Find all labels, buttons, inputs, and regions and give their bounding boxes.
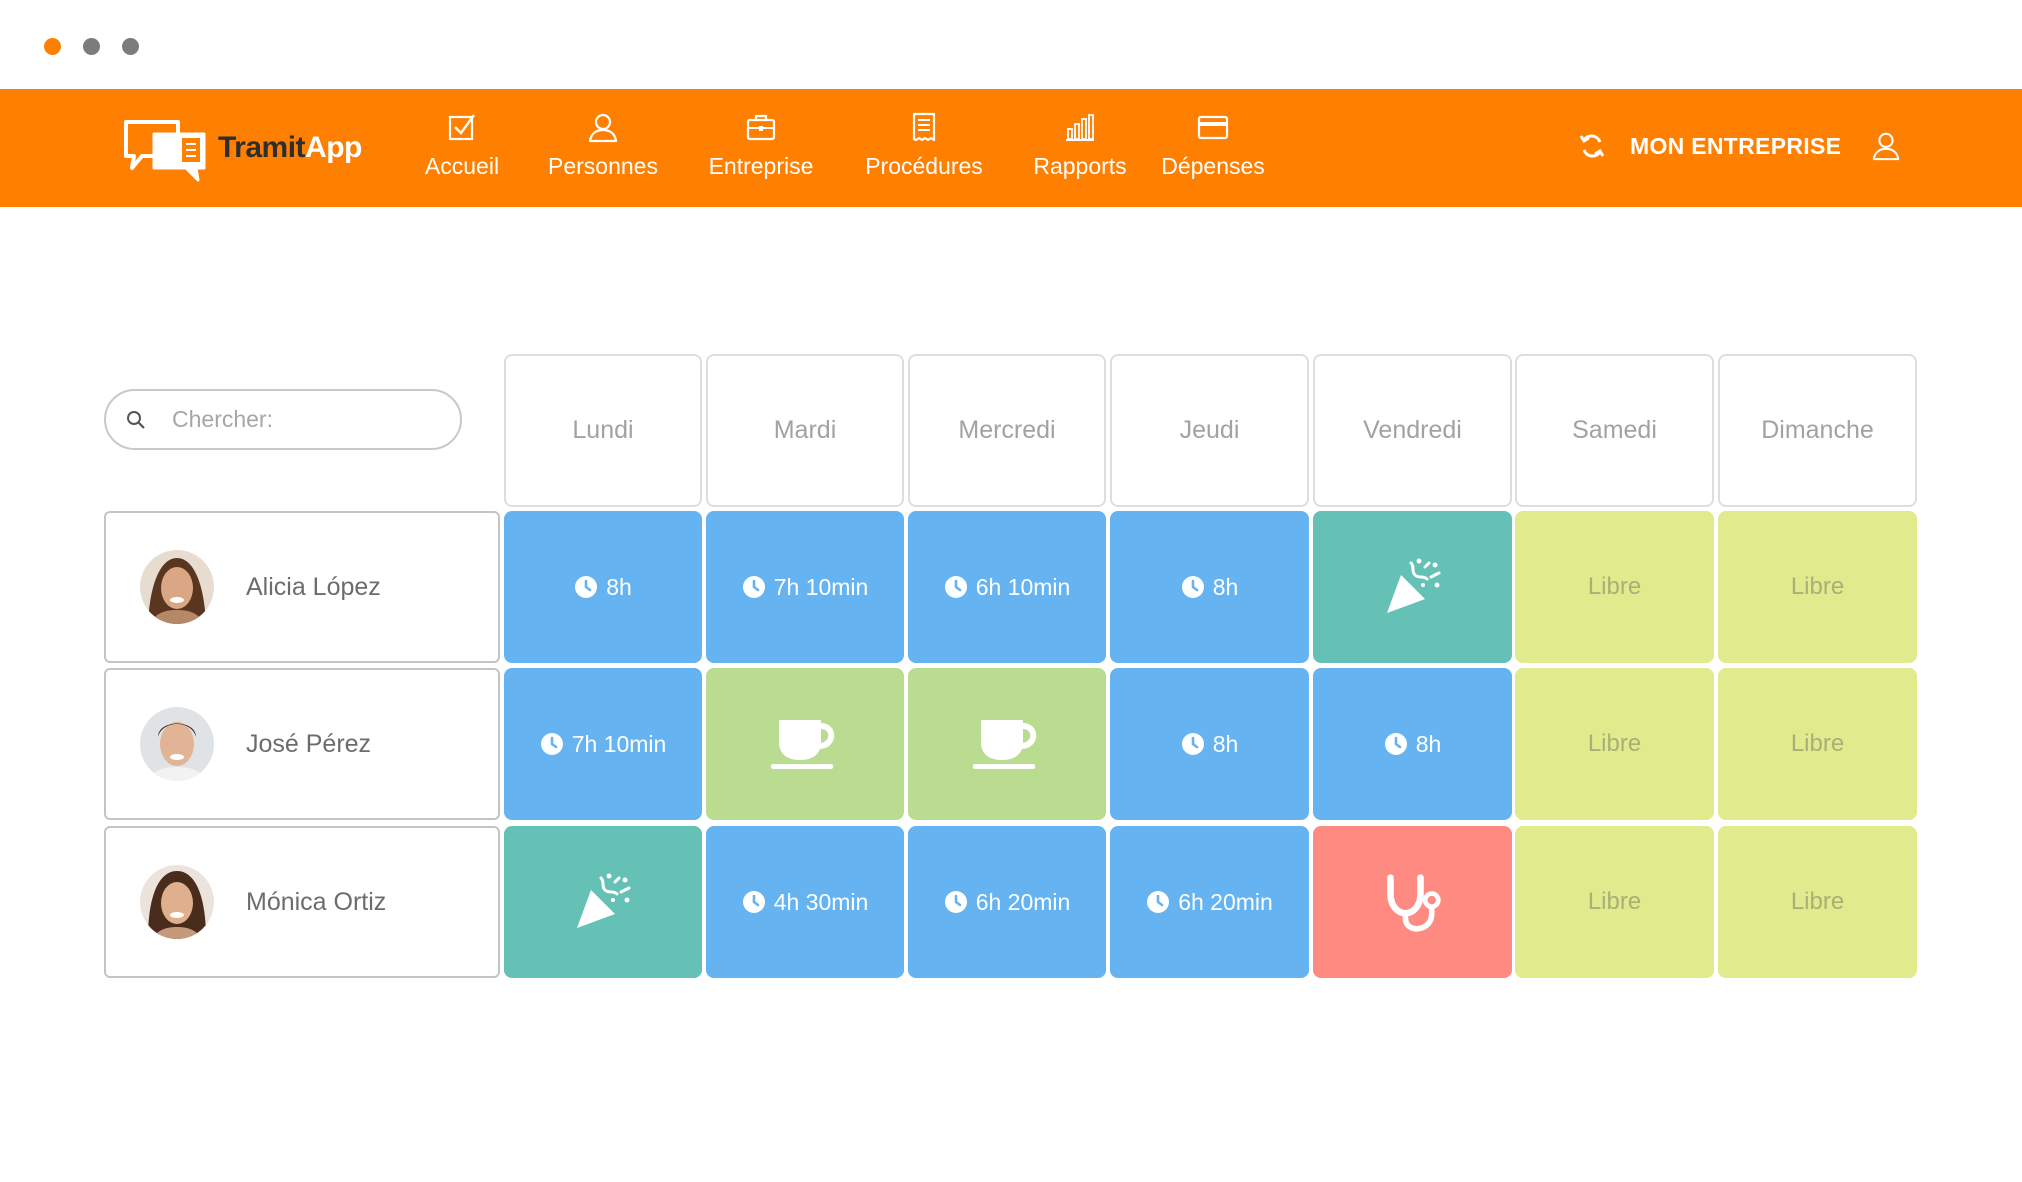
hours-label: 8h <box>606 573 632 600</box>
nav-label-entreprise: Entreprise <box>708 153 814 179</box>
clock-icon <box>944 890 968 914</box>
sync-icon[interactable] <box>1578 132 1606 160</box>
brand-name: TramitApp <box>218 131 362 165</box>
receipt-icon <box>912 112 936 142</box>
minimize-dot[interactable] <box>83 38 100 55</box>
clock-icon <box>742 575 766 599</box>
schedule-cell[interactable] <box>908 668 1106 820</box>
hours-label: 7h 10min <box>773 573 869 600</box>
schedule-cell[interactable]: 6h 20min <box>1110 826 1309 978</box>
employee-card-jose[interactable]: José Pérez <box>104 668 500 820</box>
nav-label-rapports: Rapports <box>1033 153 1127 179</box>
clock-icon <box>540 732 564 756</box>
nav-label-accueil: Accueil <box>424 153 500 179</box>
user-account-icon[interactable] <box>1871 131 1901 161</box>
clock-icon <box>742 890 766 914</box>
clock-icon <box>1384 732 1408 756</box>
header-right: MON ENTREPRISE <box>1578 124 1901 168</box>
schedule-cell[interactable]: 7h 10min <box>706 511 904 663</box>
stethoscope-icon <box>1383 872 1443 932</box>
clock-icon <box>1181 575 1205 599</box>
schedule-cell[interactable] <box>504 826 702 978</box>
schedule-cell[interactable]: 8h <box>504 511 702 663</box>
employee-name: Mónica Ortiz <box>246 887 387 916</box>
schedule-cell[interactable]: Libre <box>1718 668 1917 820</box>
credit-card-icon <box>1197 115 1229 140</box>
search-box <box>104 389 462 450</box>
briefcase-icon <box>746 114 776 141</box>
schedule-cell[interactable] <box>1313 826 1512 978</box>
avatar <box>140 707 214 781</box>
top-navbar: TramitApp Accueil Personnes Entreprise P… <box>0 89 2022 207</box>
nav-item-entreprise[interactable]: Entreprise <box>706 111 816 180</box>
schedule-cell[interactable]: 6h 20min <box>908 826 1106 978</box>
day-header-mardi: Mardi <box>706 354 904 507</box>
checkbox-icon <box>448 114 475 141</box>
employee-name: Alicia López <box>246 572 381 601</box>
nav-item-procedures[interactable]: Procédures <box>863 111 985 180</box>
employee-card-alicia[interactable]: Alicia López <box>104 511 500 663</box>
hours-label: 7h 10min <box>571 730 667 757</box>
nav-label-procedures: Procédures <box>865 153 983 179</box>
search-input[interactable] <box>172 406 432 433</box>
window-controls <box>44 38 139 55</box>
brand-name-part1: Tramit <box>218 131 306 164</box>
nav-item-accueil[interactable]: Accueil <box>425 111 499 180</box>
employee-name: José Pérez <box>246 729 372 758</box>
schedule-cell[interactable]: Libre <box>1718 511 1917 663</box>
schedule-cell[interactable]: Libre <box>1515 826 1714 978</box>
nav-item-personnes[interactable]: Personnes <box>547 111 659 180</box>
schedule-cell[interactable]: Libre <box>1718 826 1917 978</box>
hours-label: 8h <box>1212 730 1239 757</box>
close-dot[interactable] <box>44 38 61 55</box>
day-header-dimanche: Dimanche <box>1718 354 1917 507</box>
schedule-cell[interactable]: 4h 30min <box>706 826 904 978</box>
hours-label: 6h 20min <box>1178 888 1273 915</box>
clock-icon <box>944 575 968 599</box>
search-icon <box>127 410 145 429</box>
day-header-vendredi: Vendredi <box>1313 354 1512 507</box>
schedule-cell[interactable]: 7h 10min <box>504 668 702 820</box>
hours-label: 4h 30min <box>773 888 869 915</box>
nav-label-depenses: Dépenses <box>1161 153 1265 179</box>
chat-bubbles-logo-icon <box>124 120 206 182</box>
hours-label: 6h 10min <box>975 573 1071 600</box>
coffee-cup-icon <box>971 716 1043 772</box>
nav-item-rapports[interactable]: Rapports <box>1031 111 1129 180</box>
party-popper-icon <box>1381 555 1445 619</box>
hours-label: 8h <box>1415 730 1442 757</box>
coffee-cup-icon <box>769 716 841 772</box>
day-header-jeudi: Jeudi <box>1110 354 1309 507</box>
day-header-samedi: Samedi <box>1515 354 1714 507</box>
day-header-mercredi: Mercredi <box>908 354 1106 507</box>
maximize-dot[interactable] <box>122 38 139 55</box>
clock-icon <box>1146 890 1170 914</box>
schedule-cell[interactable] <box>1313 511 1512 663</box>
employee-card-monica[interactable]: Mónica Ortiz <box>104 826 500 978</box>
hours-label: 6h 20min <box>975 888 1071 915</box>
hours-label: 8h <box>1212 573 1239 600</box>
schedule-cell[interactable]: 8h <box>1313 668 1512 820</box>
party-popper-icon <box>571 870 635 934</box>
schedule-cell[interactable]: 8h <box>1110 668 1309 820</box>
brand-name-part2: App <box>305 131 362 164</box>
schedule-cell[interactable]: 8h <box>1110 511 1309 663</box>
clock-icon <box>574 575 598 599</box>
nav-label-personnes: Personnes <box>548 153 658 179</box>
schedule-cell[interactable]: Libre <box>1515 511 1714 663</box>
nav-item-depenses[interactable]: Dépenses <box>1161 111 1265 180</box>
clock-icon <box>1181 732 1205 756</box>
day-header-lundi: Lundi <box>504 354 702 507</box>
company-menu-button[interactable]: MON ENTREPRISE <box>1630 133 1841 160</box>
schedule-cell[interactable] <box>706 668 904 820</box>
brand-logo[interactable]: TramitApp <box>120 111 362 185</box>
avatar <box>140 865 214 939</box>
schedule-cell[interactable]: Libre <box>1515 668 1714 820</box>
schedule-cell[interactable]: 6h 10min <box>908 511 1106 663</box>
person-icon <box>588 113 618 143</box>
avatar <box>140 550 214 624</box>
bar-chart-icon <box>1066 114 1094 141</box>
